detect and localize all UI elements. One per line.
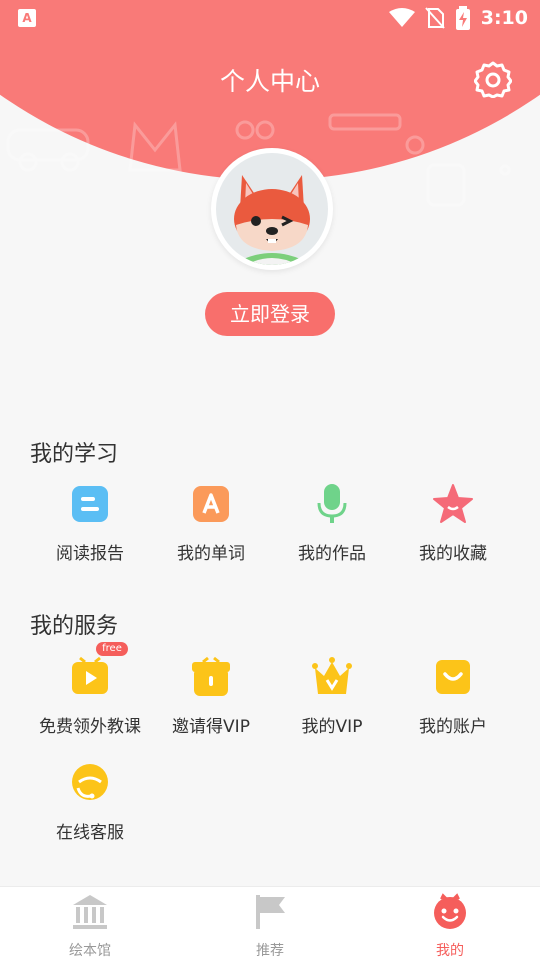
settings-gear-icon[interactable]	[474, 60, 512, 98]
crown-icon	[312, 657, 352, 694]
status-bar: A 3:10	[0, 0, 540, 36]
word-icon	[193, 486, 229, 522]
my-works-label: 我的作品	[298, 544, 366, 564]
nav-item-mine[interactable]: 我的	[360, 887, 540, 960]
star-icon	[433, 484, 473, 523]
section-title-services: 我的服务	[30, 614, 119, 639]
reading-report-label: 阅读报告	[56, 544, 124, 564]
login-button[interactable]: 立即登录	[205, 292, 335, 336]
no-sim-icon	[424, 7, 445, 29]
bottom-nav: 绘本馆 推荐 我的	[0, 886, 540, 960]
my-account-label: 我的账户	[419, 717, 487, 737]
report-icon	[72, 486, 108, 522]
invite-vip-label: 邀请得VIP	[172, 717, 250, 737]
section-title-study: 我的学习	[30, 442, 119, 467]
library-icon	[73, 895, 107, 929]
flag-icon	[256, 895, 285, 929]
nav-item-library[interactable]: 绘本馆	[0, 887, 180, 960]
wallet-icon	[436, 660, 470, 694]
my-account-item[interactable]: 我的账户	[383, 656, 523, 737]
video-icon	[72, 656, 108, 694]
clock: 3:10	[480, 7, 528, 29]
avatar[interactable]	[211, 148, 333, 270]
wifi-icon	[388, 8, 415, 27]
online-service-label: 在线客服	[56, 823, 124, 843]
free-badge: free	[96, 642, 128, 656]
free-foreign-class-item[interactable]: 免费领外教课	[20, 656, 160, 737]
my-vip-item[interactable]: 我的VIP	[262, 656, 402, 737]
nav-item-recommend[interactable]: 推荐	[180, 887, 360, 960]
reading-report-item[interactable]: 阅读报告	[20, 483, 160, 564]
nav-label-recommend: 推荐	[256, 943, 284, 959]
my-vip-label: 我的VIP	[301, 717, 363, 737]
my-works-item[interactable]: 我的作品	[262, 483, 402, 564]
free-foreign-class-label: 免费领外教课	[39, 717, 141, 737]
my-favorites-label: 我的收藏	[419, 544, 487, 564]
my-favorites-item[interactable]: 我的收藏	[383, 483, 523, 564]
invite-vip-item[interactable]: 邀请得VIP	[141, 656, 281, 737]
customer-service-icon	[72, 764, 108, 800]
battery-charging-icon	[455, 6, 470, 30]
page-title: 个人中心	[219, 67, 320, 96]
fox-avatar-icon	[232, 175, 312, 265]
my-words-label: 我的单词	[177, 544, 245, 564]
online-service-item[interactable]: 在线客服	[20, 762, 160, 843]
smiley-icon	[434, 893, 466, 929]
nav-label-mine: 我的	[436, 943, 464, 959]
my-words-item[interactable]: 我的单词	[141, 483, 281, 564]
nav-label-library: 绘本馆	[69, 943, 111, 959]
gift-icon	[192, 656, 230, 696]
microphone-icon	[317, 484, 347, 523]
app-notification-icon: A	[18, 9, 36, 27]
